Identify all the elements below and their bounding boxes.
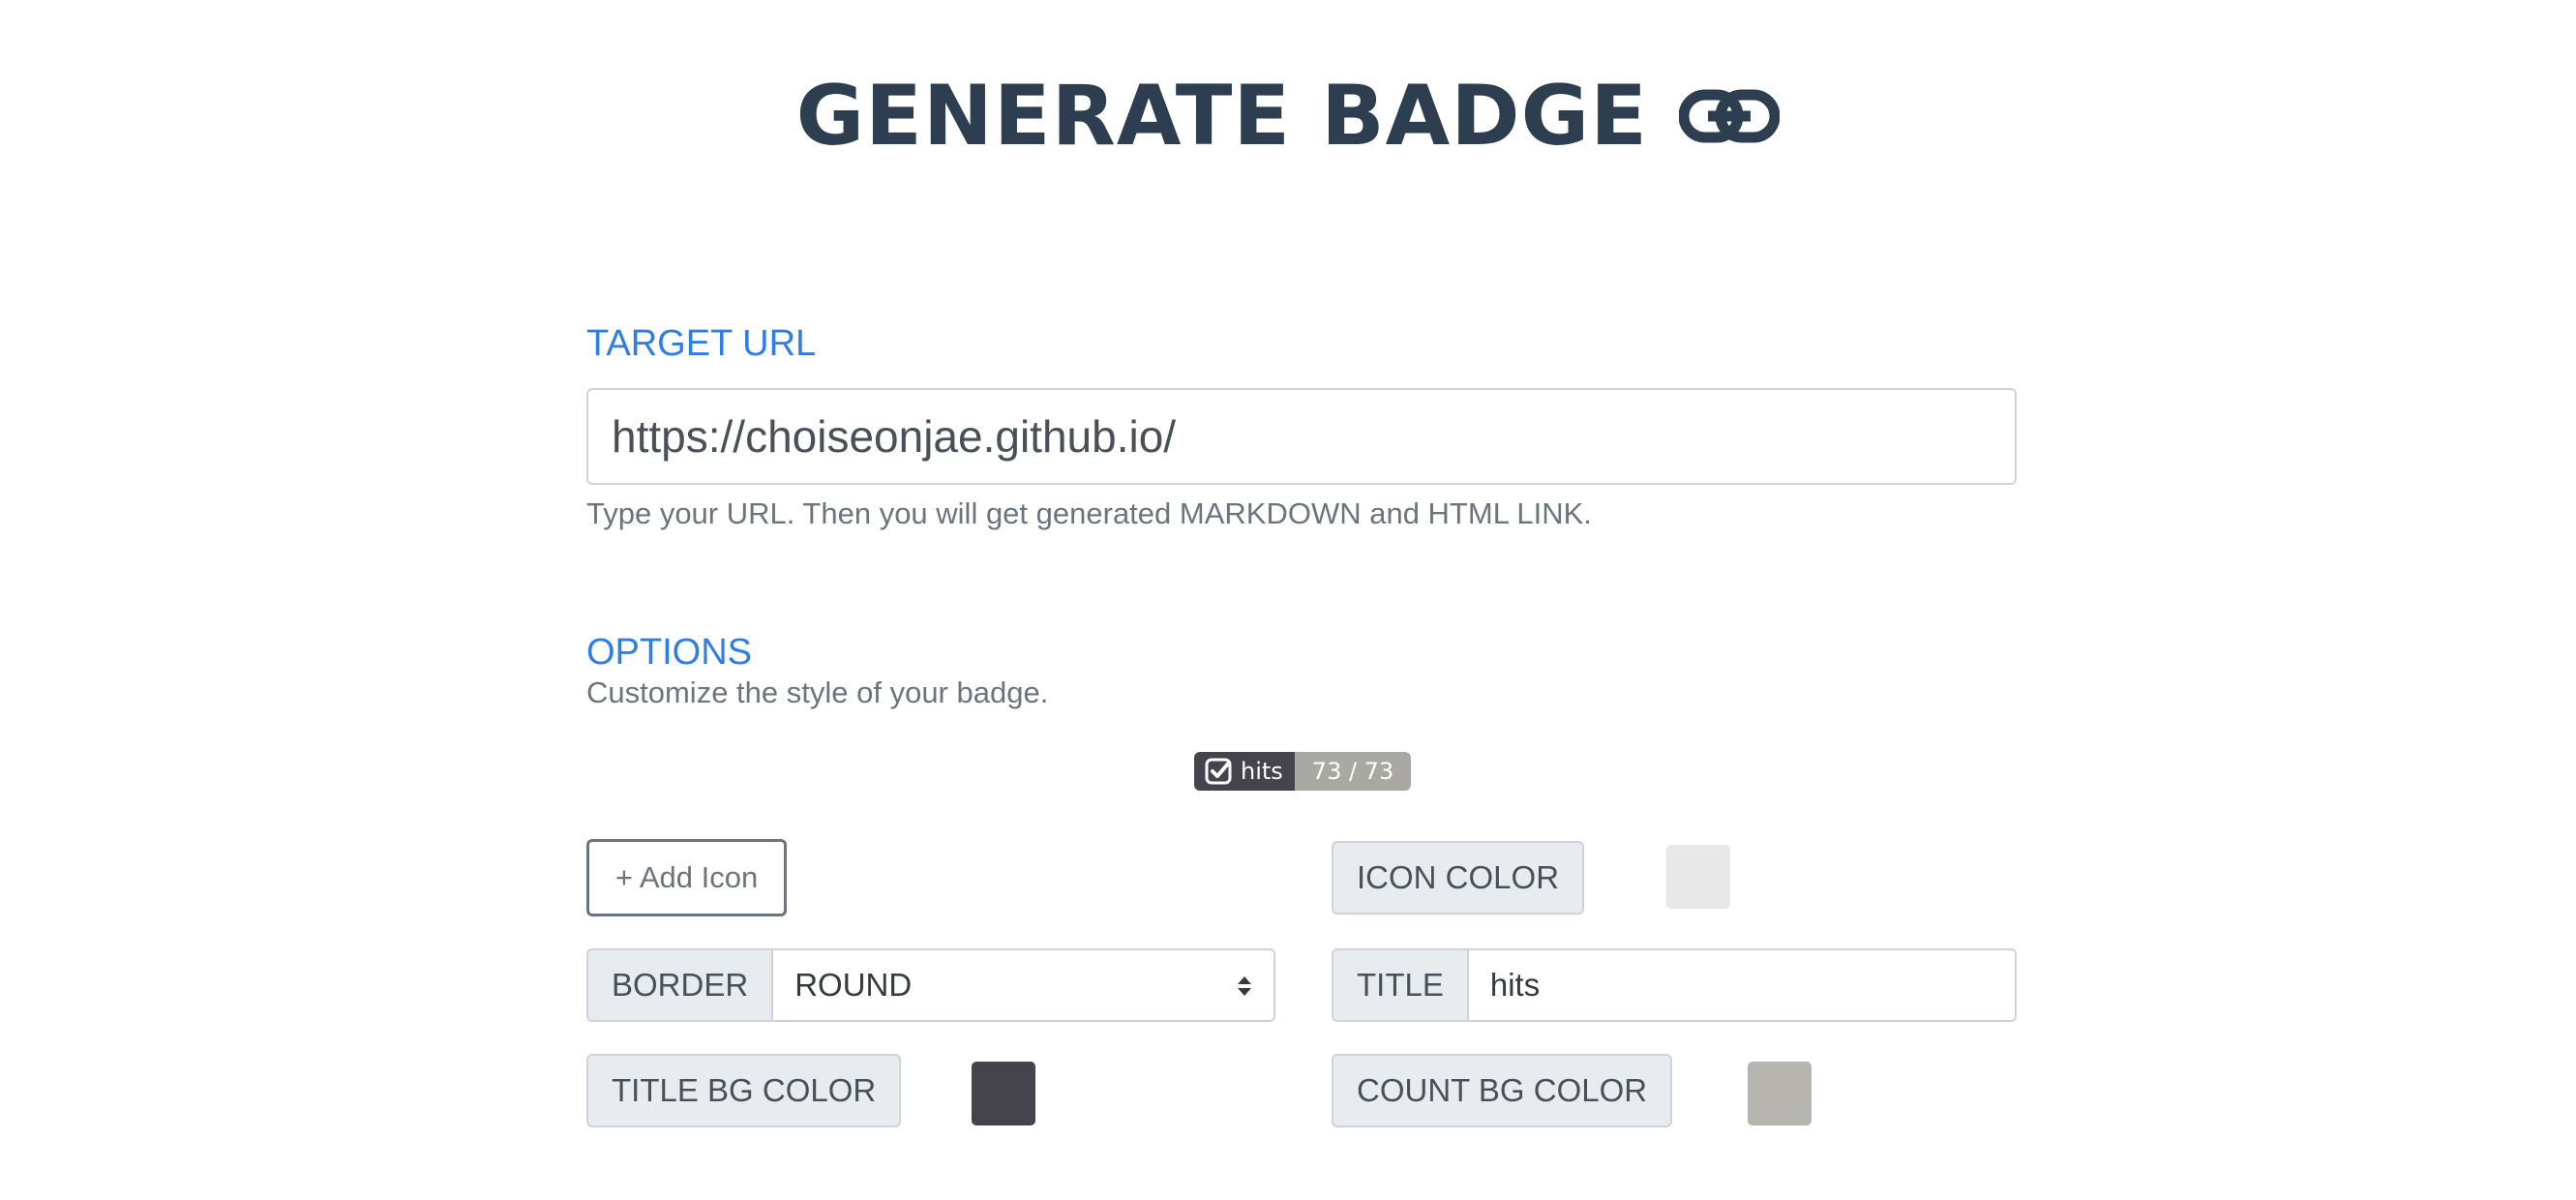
options-help: Customize the style of your badge. — [586, 675, 1049, 709]
icon-color-swatch[interactable] — [1666, 845, 1730, 909]
badge-title-text: hits — [1241, 758, 1283, 785]
count-bg-color-swatch[interactable] — [1748, 1062, 1812, 1125]
target-url-help: Type your URL. Then you will get generat… — [586, 496, 1592, 530]
title-input[interactable]: hits — [1466, 948, 2017, 1022]
check-square-icon — [1205, 758, 1232, 785]
icon-color-group: ICON COLOR — [1332, 841, 1585, 915]
title-bg-color-label: TITLE BG COLOR — [586, 1054, 902, 1127]
count-bg-color-label: COUNT BG COLOR — [1332, 1054, 1673, 1127]
border-group: BORDER ROUND — [586, 948, 1275, 1022]
select-arrows-icon — [1238, 976, 1251, 996]
link-icon — [1679, 89, 1781, 143]
add-icon-button[interactable]: + Add Icon — [586, 839, 787, 916]
title-bg-color-swatch[interactable] — [972, 1062, 1035, 1125]
title-group: TITLE hits — [1332, 948, 2017, 1022]
border-select[interactable]: ROUND — [771, 948, 1275, 1022]
target-url-label: TARGET URL — [586, 323, 817, 364]
border-selected-value: ROUND — [794, 967, 913, 1003]
border-label: BORDER — [586, 948, 772, 1022]
icon-color-label: ICON COLOR — [1332, 841, 1585, 915]
title-label: TITLE — [1332, 948, 1467, 1022]
target-url-input[interactable] — [586, 388, 2017, 485]
page-title: GENERATE BADGE — [795, 68, 1648, 165]
title-bg-color-group: TITLE BG COLOR — [586, 1054, 902, 1127]
badge-count: 73 / 73 — [1294, 752, 1412, 791]
badge-title-section: hits — [1194, 752, 1295, 791]
header: GENERATE BADGE — [0, 58, 2576, 174]
count-bg-color-group: COUNT BG COLOR — [1332, 1054, 1673, 1127]
options-label: OPTIONS — [586, 632, 753, 673]
badge-preview: hits 73 / 73 — [1194, 752, 1412, 791]
page: GENERATE BADGE TARGET URL Type your URL.… — [0, 0, 2576, 1200]
